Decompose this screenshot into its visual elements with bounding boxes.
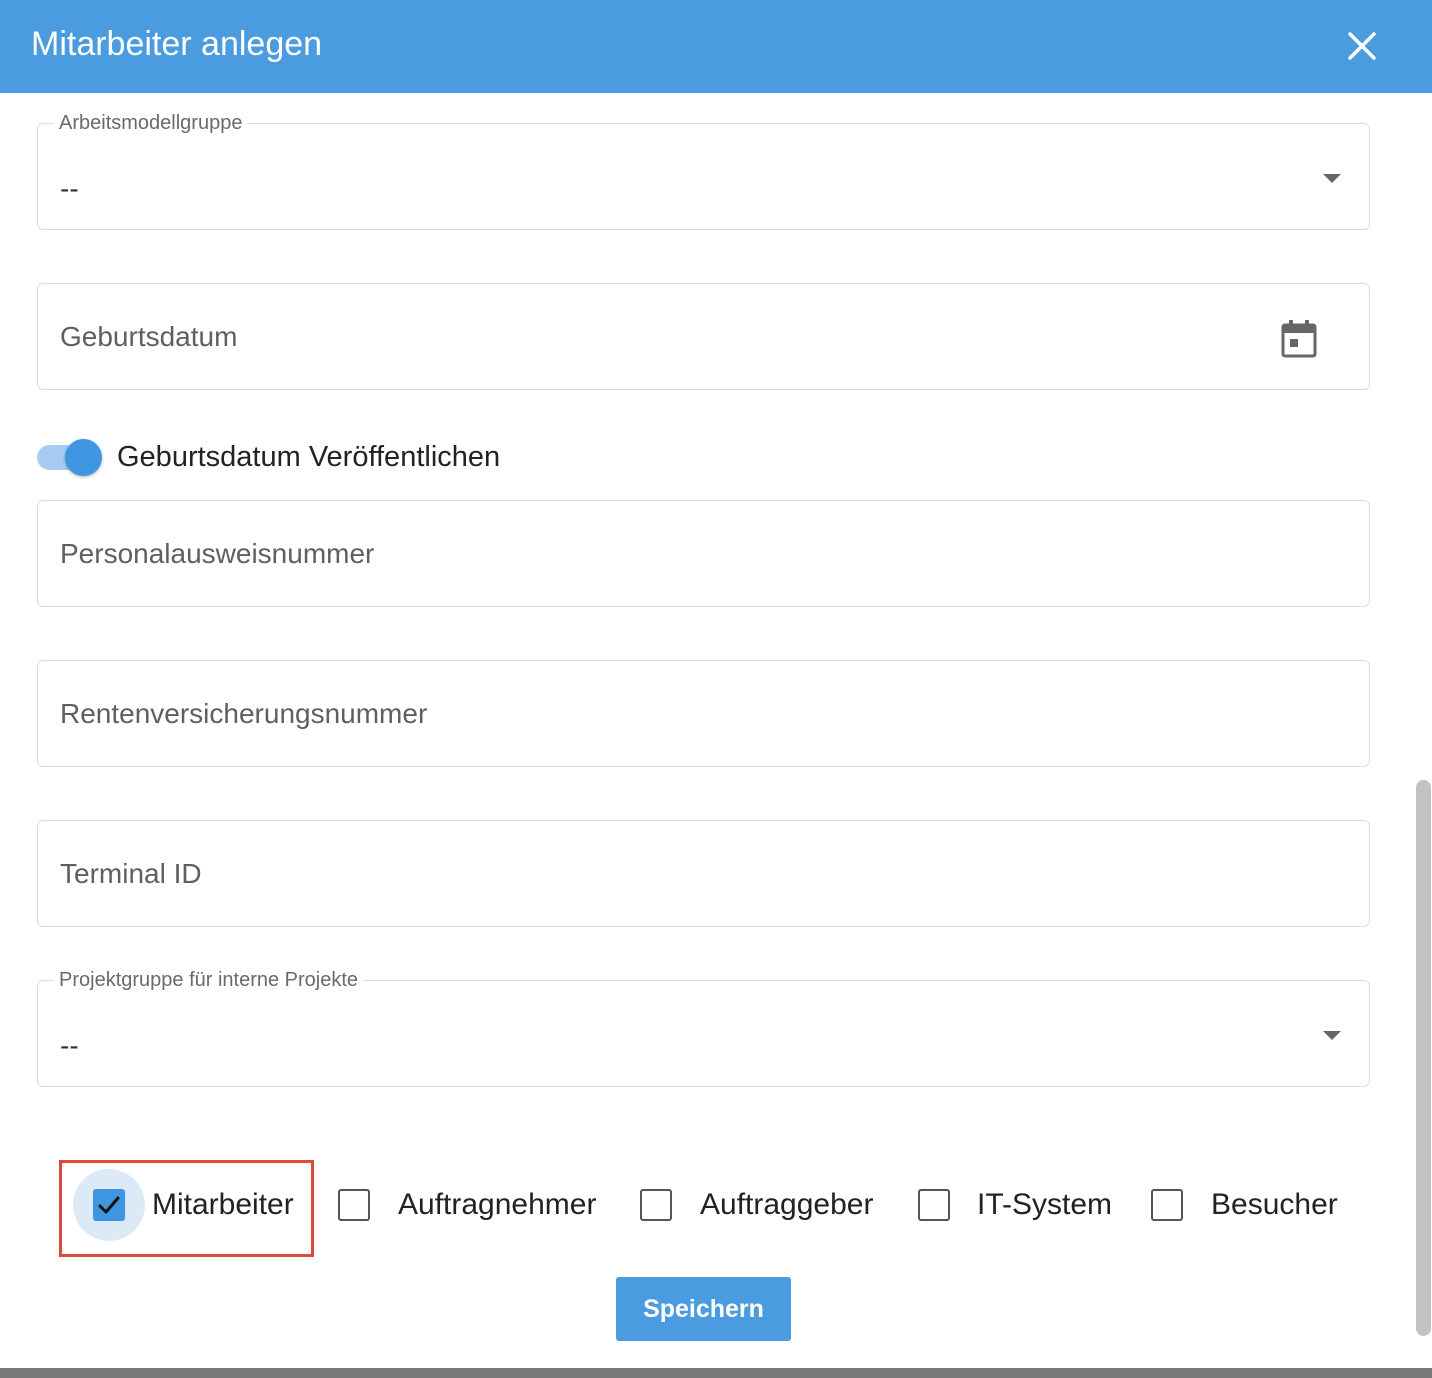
checkbox-besucher[interactable] (1151, 1189, 1183, 1221)
save-button[interactable]: Speichern (616, 1277, 791, 1341)
chevron-down-icon (1323, 174, 1341, 183)
bottom-edge (0, 1368, 1432, 1378)
scrollbar-thumb[interactable] (1416, 780, 1431, 1336)
checkbox-label-auftraggeber[interactable]: Auftraggeber (700, 1187, 873, 1223)
calendar-icon[interactable] (1281, 320, 1317, 358)
terminal-id-field[interactable]: Terminal ID (37, 820, 1370, 927)
arbeitsmodellgruppe-value: -- (60, 173, 79, 204)
arbeitsmodellgruppe-select[interactable]: Arbeitsmodellgruppe -- (37, 111, 1370, 230)
arbeitsmodellgruppe-label: Arbeitsmodellgruppe (54, 111, 248, 135)
dialog-title: Mitarbeiter anlegen (31, 25, 323, 63)
projektgruppe-select[interactable]: Projektgruppe für interne Projekte -- (37, 968, 1370, 1087)
rentenversicherungsnummer-field[interactable]: Rentenversicherungsnummer (37, 660, 1370, 767)
employee-dialog: Mitarbeiter anlegen Arbeitsmodellgruppe … (0, 0, 1432, 1378)
checkbox-label-mitarbeiter[interactable]: Mitarbeiter (152, 1187, 294, 1223)
geburtsdatum-field[interactable]: Geburtsdatum (37, 283, 1370, 390)
terminal-id-placeholder: Terminal ID (60, 858, 202, 889)
checkbox-auftragnehmer[interactable] (338, 1189, 370, 1221)
chevron-down-icon (1323, 1031, 1341, 1040)
checkbox-label-besucher[interactable]: Besucher (1211, 1187, 1338, 1223)
toggle-knob (65, 439, 102, 476)
close-icon[interactable] (1340, 24, 1384, 68)
rentenversicherungsnummer-placeholder: Rentenversicherungsnummer (60, 698, 428, 729)
toggle-label: Geburtsdatum Veröffentlichen (117, 441, 501, 473)
checkbox-auftraggeber[interactable] (640, 1189, 672, 1221)
checkbox-mitarbeiter[interactable] (93, 1189, 125, 1221)
personalausweisnummer-field[interactable]: Personalausweisnummer (37, 500, 1370, 607)
checkbox-label-auftragnehmer[interactable]: Auftragnehmer (398, 1187, 596, 1223)
personalausweisnummer-placeholder: Personalausweisnummer (60, 538, 375, 569)
geburtsdatum-placeholder: Geburtsdatum (60, 321, 238, 352)
dialog-header: Mitarbeiter anlegen (0, 0, 1432, 93)
geburtsdatum-publish-toggle[interactable] (37, 438, 103, 478)
projektgruppe-label: Projektgruppe für interne Projekte (54, 968, 364, 992)
checkbox-label-it-system[interactable]: IT-System (977, 1187, 1112, 1223)
check-icon (98, 1196, 120, 1214)
checkbox-it-system[interactable] (918, 1189, 950, 1221)
projektgruppe-value: -- (60, 1030, 79, 1061)
